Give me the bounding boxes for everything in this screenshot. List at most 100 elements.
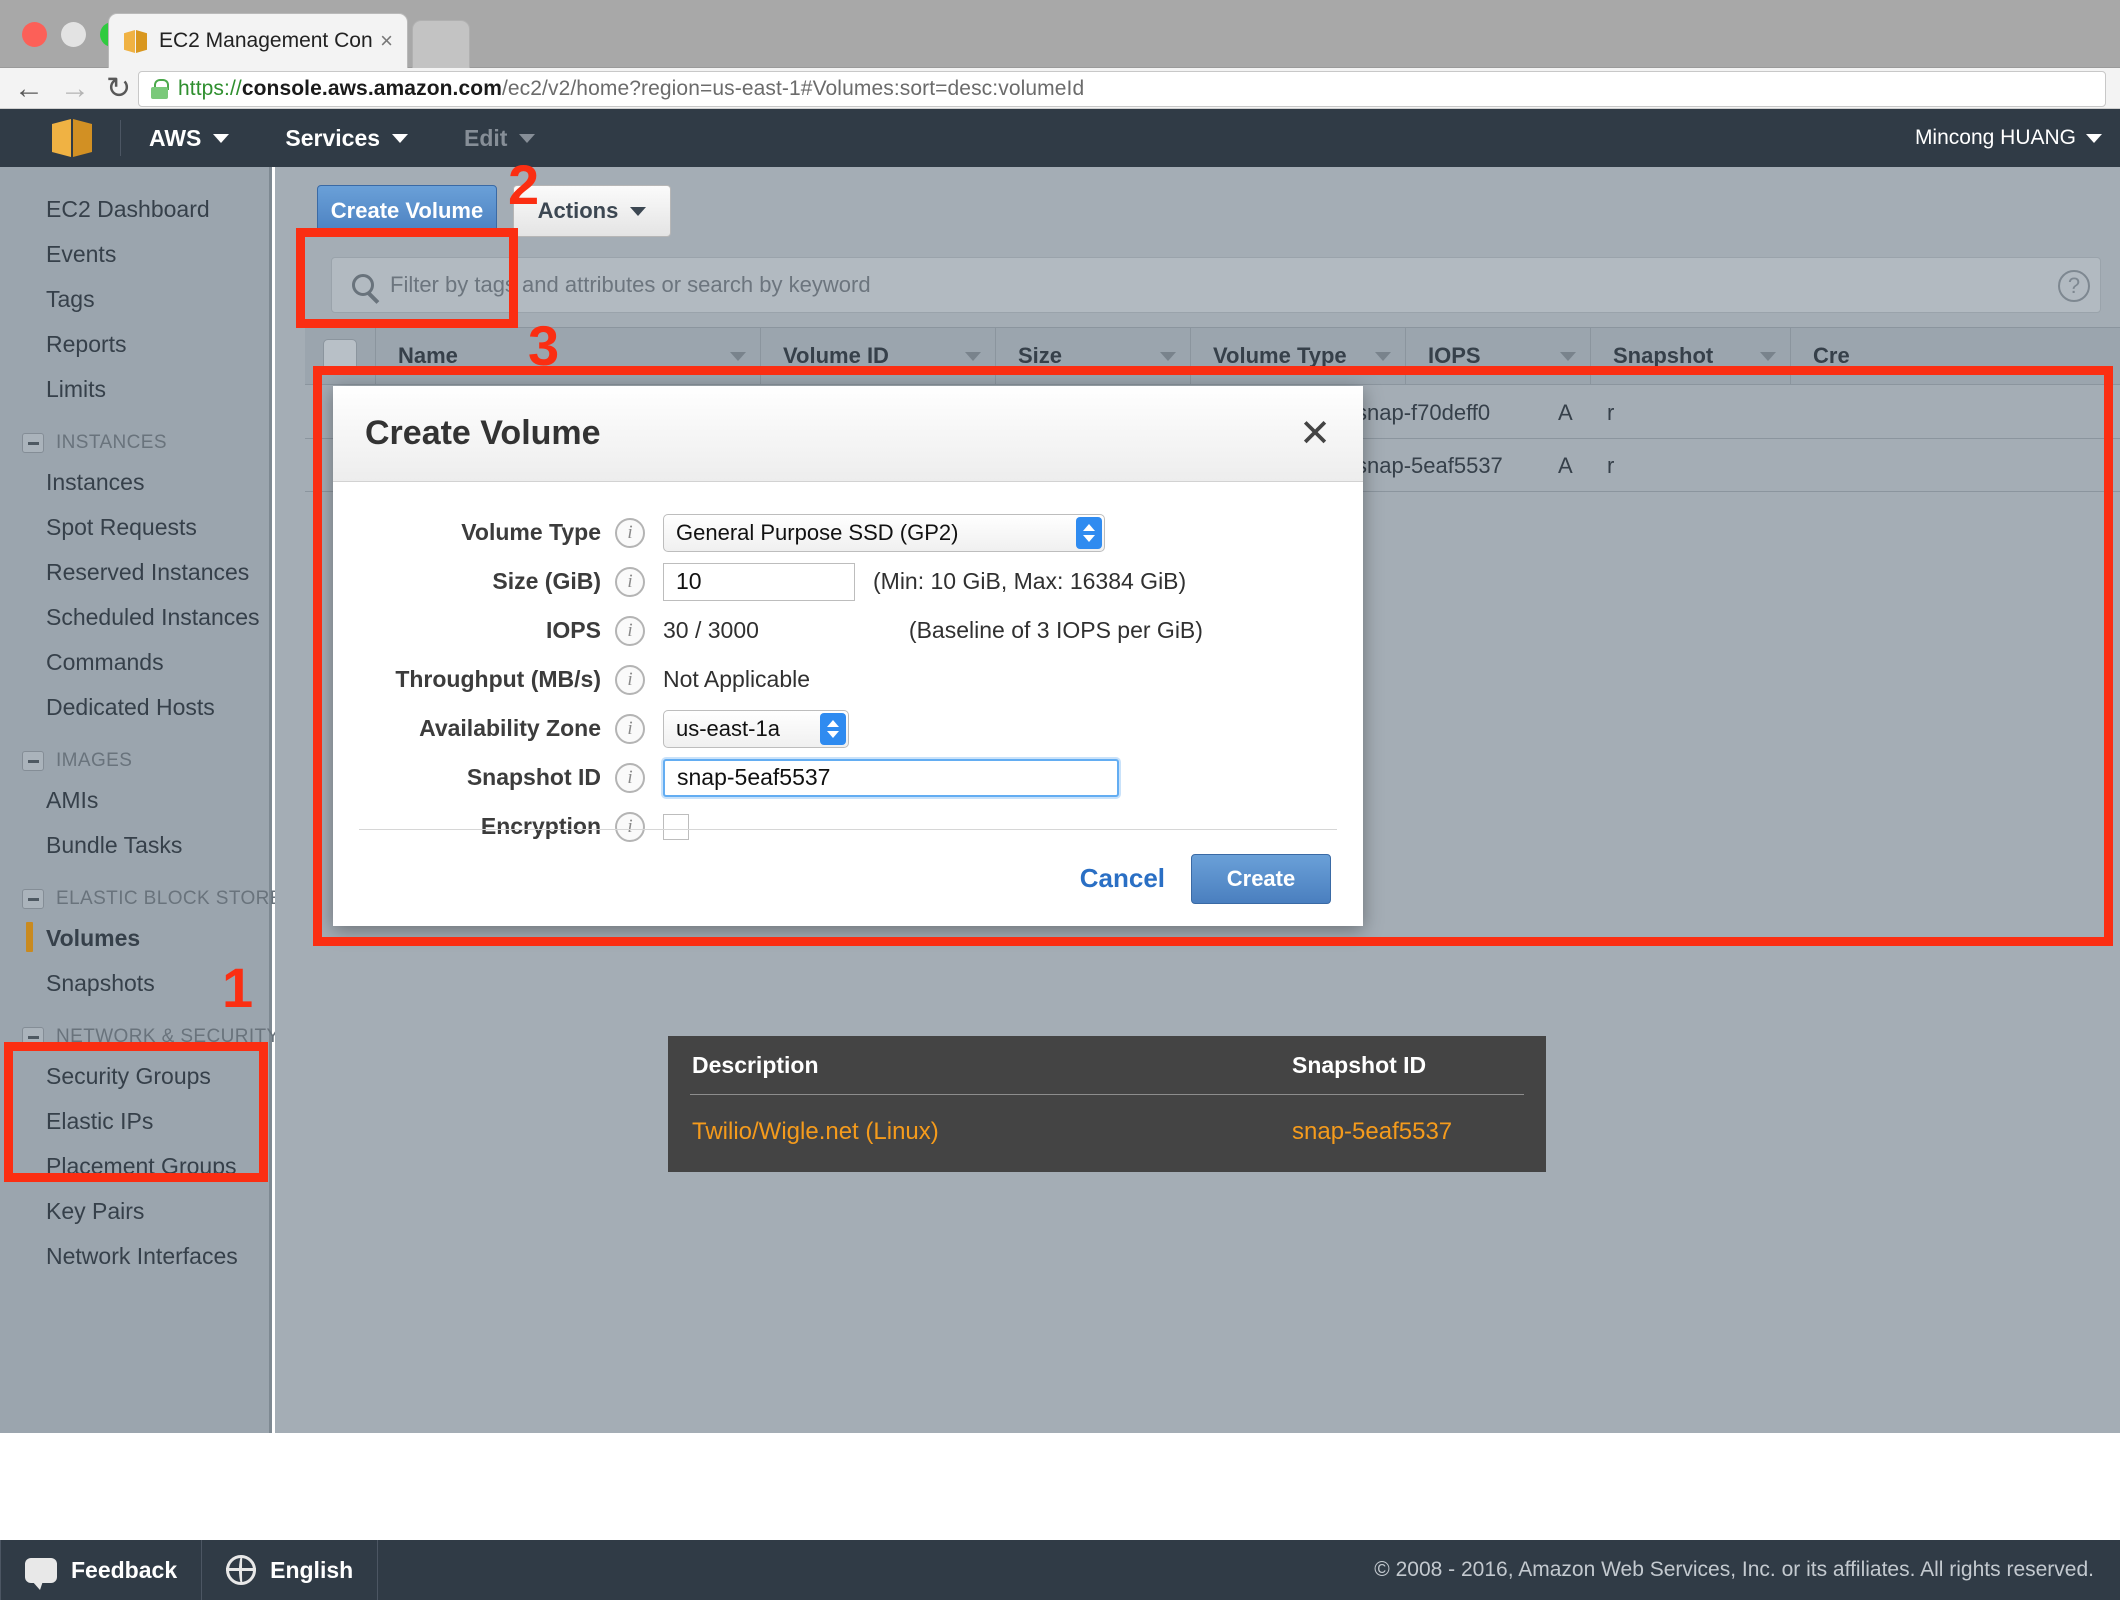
- sidebar-item-reserved-instances[interactable]: Reserved Instances: [0, 550, 269, 595]
- sort-caret-icon[interactable]: [965, 351, 981, 361]
- sidebar-item-instances[interactable]: Instances: [0, 460, 269, 505]
- table-cell-created: A: [1558, 399, 1573, 425]
- sidebar-item-ec2-dashboard[interactable]: EC2 Dashboard: [0, 187, 269, 232]
- modal-footer: Cancel Create: [333, 831, 1363, 926]
- sidebar-group-label: INSTANCES: [56, 432, 167, 453]
- collapse-minus-icon[interactable]: [22, 1027, 44, 1047]
- sidebar-item-label: Network Interfaces: [46, 1243, 238, 1269]
- input-value: 10: [676, 568, 702, 594]
- active-indicator-bar: [26, 922, 33, 952]
- table-column-header[interactable]: Cre: [1790, 328, 1910, 384]
- autocomplete-col-snapshot-id: Snapshot ID: [1292, 1051, 1427, 1078]
- table-column-header-label: Snapshot: [1613, 343, 1714, 368]
- sidebar-item-key-pairs[interactable]: Key Pairs: [0, 1189, 269, 1234]
- language-label: English: [270, 1556, 354, 1583]
- forward-icon[interactable]: →: [60, 73, 90, 104]
- search-filter-bar[interactable]: Filter by tags and attributes or search …: [331, 257, 2101, 313]
- tab-close-icon[interactable]: ×: [380, 28, 393, 54]
- select-stepper-icon[interactable]: [820, 712, 846, 745]
- autocomplete-option[interactable]: Twilio/Wigle.net (Linux) snap-5eaf5537: [668, 1095, 1546, 1169]
- sidebar-item-placement-groups[interactable]: Placement Groups: [0, 1144, 269, 1189]
- sidebar-item-label: Reports: [46, 331, 127, 357]
- sidebar-group-images: IMAGES: [0, 730, 269, 778]
- address-bar[interactable]: https://console.aws.amazon.com/ec2/v2/ho…: [138, 71, 2106, 107]
- form-note: (Baseline of 3 IOPS per GiB): [908, 617, 1203, 643]
- edit-menu-label: Edit: [464, 124, 508, 151]
- info-icon[interactable]: i: [615, 713, 645, 744]
- info-icon[interactable]: i: [615, 517, 645, 548]
- table-column-header[interactable]: Snapshot: [1590, 328, 1790, 384]
- create-volume-button[interactable]: Create Volume: [317, 185, 497, 237]
- table-column-header-label: Volume ID: [783, 343, 889, 368]
- sidebar-item-commands[interactable]: Commands: [0, 640, 269, 685]
- create-button[interactable]: Create: [1191, 853, 1331, 904]
- sidebar-item-security-groups[interactable]: Security Groups: [0, 1054, 269, 1099]
- sidebar-item-bundle-tasks[interactable]: Bundle Tasks: [0, 823, 269, 868]
- sidebar-item-scheduled-instances[interactable]: Scheduled Instances: [0, 595, 269, 640]
- form-row: Throughput (MB/s) i Not Applicable: [333, 655, 1363, 704]
- window-minimize-icon[interactable]: [61, 22, 86, 47]
- size-input[interactable]: 10: [663, 562, 855, 601]
- reload-icon[interactable]: ↻: [106, 73, 131, 104]
- sidebar-item-limits[interactable]: Limits: [0, 367, 269, 412]
- back-icon[interactable]: ←: [14, 73, 44, 104]
- select-all-checkbox[interactable]: [323, 339, 357, 373]
- url-text: https://console.aws.amazon.com/ec2/v2/ho…: [178, 77, 1084, 101]
- aws-menu[interactable]: AWS: [121, 109, 257, 167]
- table-column-header[interactable]: Size: [995, 328, 1190, 384]
- collapse-minus-icon[interactable]: [22, 433, 44, 453]
- autocomplete-option-snapshot-id: snap-5eaf5537: [1292, 1118, 1453, 1145]
- close-icon[interactable]: ✕: [1299, 415, 1331, 453]
- sort-caret-icon[interactable]: [1160, 351, 1176, 361]
- aws-cube-logo-icon[interactable]: [52, 119, 96, 157]
- sidebar-item-network-interfaces[interactable]: Network Interfaces: [0, 1234, 269, 1279]
- sidebar-item-spot-requests[interactable]: Spot Requests: [0, 505, 269, 550]
- sidebar-item-reports[interactable]: Reports: [0, 322, 269, 367]
- table-column-header[interactable]: Name: [375, 328, 760, 384]
- modal-title: Create Volume: [365, 414, 601, 452]
- window-close-icon[interactable]: [22, 22, 47, 47]
- info-icon[interactable]: i: [615, 615, 645, 646]
- table-column-header[interactable]: IOPS: [1405, 328, 1590, 384]
- form-label: Snapshot ID: [466, 764, 601, 790]
- table-column-header[interactable]: Volume ID: [760, 328, 995, 384]
- new-tab-button[interactable]: [412, 20, 470, 68]
- sidebar-item-elastic-ips[interactable]: Elastic IPs: [0, 1099, 269, 1144]
- browser-tabstrip: EC2 Management Console ×: [0, 0, 2120, 68]
- cancel-button[interactable]: Cancel: [1080, 863, 1165, 894]
- sidebar-item-amis[interactable]: AMIs: [0, 778, 269, 823]
- snapshot-id-input[interactable]: snap-5eaf5537: [663, 758, 1119, 797]
- collapse-minus-icon[interactable]: [22, 889, 44, 909]
- user-menu[interactable]: Mincong HUANG: [1915, 126, 2120, 150]
- sort-caret-icon[interactable]: [1375, 351, 1391, 361]
- sidebar-item-dedicated-hosts[interactable]: Dedicated Hosts: [0, 685, 269, 730]
- lock-icon: [151, 79, 169, 99]
- sidebar-group-label: NETWORK & SECURITY: [56, 1026, 280, 1047]
- annotation-number-2: 2: [508, 153, 540, 216]
- sidebar-group-label: ELASTIC BLOCK STORE: [56, 888, 283, 909]
- sidebar-item-label: Limits: [46, 376, 107, 402]
- table-column-header[interactable]: Volume Type: [1190, 328, 1405, 384]
- select-stepper-icon[interactable]: [1076, 516, 1102, 549]
- sort-caret-icon[interactable]: [1760, 351, 1776, 361]
- language-button[interactable]: English: [202, 1540, 377, 1600]
- help-icon[interactable]: ?: [2058, 270, 2090, 302]
- sidebar-item-tags[interactable]: Tags: [0, 277, 269, 322]
- browser-tab[interactable]: EC2 Management Console ×: [108, 13, 408, 68]
- info-icon[interactable]: i: [615, 664, 645, 695]
- chevron-down-icon: [392, 133, 409, 143]
- volume-type-select[interactable]: General Purpose SSD (GP2): [663, 513, 1105, 552]
- services-menu[interactable]: Services: [257, 109, 436, 167]
- collapse-minus-icon[interactable]: [22, 751, 44, 771]
- availability-zone-select[interactable]: us-east-1a: [663, 709, 849, 748]
- sort-caret-icon[interactable]: [730, 351, 746, 361]
- form-label: Volume Type: [461, 519, 601, 545]
- info-icon[interactable]: i: [615, 762, 645, 793]
- edit-menu[interactable]: Edit: [436, 109, 563, 167]
- create-volume-modal: Create Volume ✕ Volume Type i General Purp…: [333, 386, 1363, 926]
- sidebar-item-events[interactable]: Events: [0, 232, 269, 277]
- snapshot-autocomplete-dropdown: Description Snapshot ID Twilio/Wigle.net…: [668, 1036, 1546, 1172]
- info-icon[interactable]: i: [615, 566, 645, 597]
- feedback-button[interactable]: Feedback: [1, 1540, 201, 1600]
- sort-caret-icon[interactable]: [1560, 351, 1576, 361]
